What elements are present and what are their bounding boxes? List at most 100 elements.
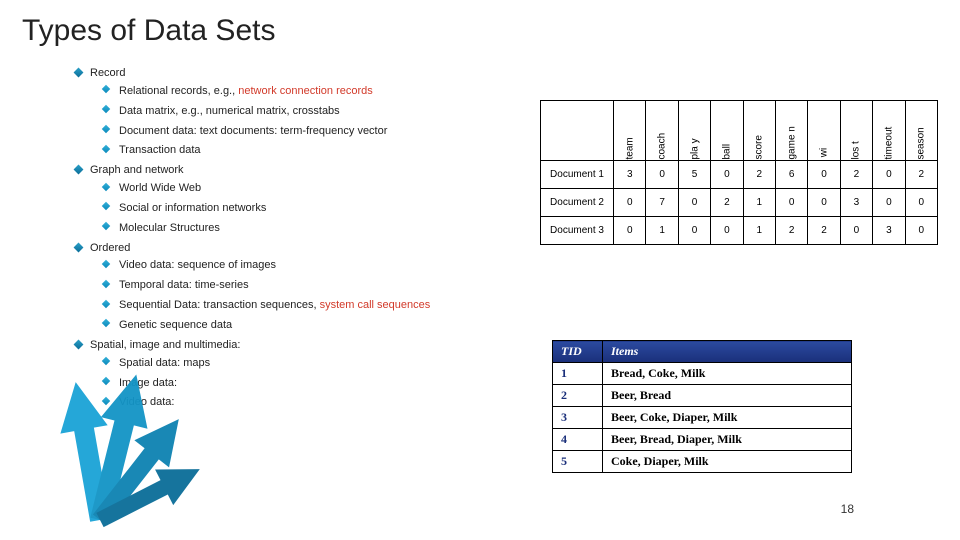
table-cell: 2: [743, 161, 775, 189]
transaction-table: TID Items 1Bread, Coke, Milk2Beer, Bread…: [552, 340, 852, 473]
diamond-bullet-icon: [102, 182, 110, 190]
table-header: coach: [646, 101, 678, 161]
table-header: ball: [711, 101, 743, 161]
table-row: 3Beer, Coke, Diaper, Milk: [553, 407, 852, 429]
table-cell: 3: [873, 217, 905, 245]
table-cell: 2: [840, 161, 872, 189]
diamond-bullet-icon: [74, 242, 84, 252]
bullet-lvl2-label: Video data: sequence of images: [119, 258, 505, 273]
table-header: pla y: [678, 101, 710, 161]
diamond-bullet-icon: [102, 145, 110, 153]
bullet-lvl2-label: Temporal data: time-series: [119, 278, 505, 293]
bullet-content: Record Relational records, e.g., network …: [75, 66, 505, 415]
table-cell: 3: [614, 161, 646, 189]
table-cell: 2: [775, 217, 807, 245]
table-cell: 0: [711, 161, 743, 189]
bullet-lvl2-label: Video data:: [119, 395, 505, 410]
bullet-lvl2-label: Spatial data: maps: [119, 356, 505, 371]
table-row-label: Document 2: [541, 189, 614, 217]
diamond-bullet-icon: [102, 202, 110, 210]
bullet-lvl1-label: Spatial, image and multimedia:: [90, 338, 505, 353]
diamond-bullet-icon: [102, 222, 110, 230]
table-cell: 6: [775, 161, 807, 189]
diamond-bullet-icon: [102, 377, 110, 385]
slide-number: 18: [841, 502, 854, 516]
bullet-lvl2-label: Transaction data: [119, 143, 505, 158]
table-cell: 0: [905, 189, 937, 217]
bullet-lvl2-label: Image data:: [119, 376, 505, 391]
slide: Types of Data Sets Record Relational reco…: [0, 0, 960, 540]
items-cell: Beer, Coke, Diaper, Milk: [603, 407, 852, 429]
table-header: timeout: [873, 101, 905, 161]
table-header: wi: [808, 101, 840, 161]
diamond-bullet-icon: [74, 68, 84, 78]
diamond-bullet-icon: [102, 280, 110, 288]
table-cell: 0: [808, 161, 840, 189]
bullet-lvl2-label: Sequential Data: transaction sequences, …: [119, 298, 505, 313]
table-cell: 1: [743, 217, 775, 245]
diamond-bullet-icon: [74, 165, 84, 175]
table-cell: 3: [840, 189, 872, 217]
tid-cell: 3: [553, 407, 603, 429]
table-cell: 1: [743, 189, 775, 217]
table-row-label: Document 1: [541, 161, 614, 189]
tid-cell: 2: [553, 385, 603, 407]
slide-title: Types of Data Sets: [22, 14, 275, 48]
bullet-lvl2-label: Social or information networks: [119, 201, 505, 216]
bullet-lvl2-label: Relational records, e.g., network connec…: [119, 84, 505, 99]
table-header: los t: [840, 101, 872, 161]
table-cell: 0: [905, 217, 937, 245]
diamond-bullet-icon: [74, 339, 84, 349]
table-cell: 0: [873, 189, 905, 217]
transaction-header-tid: TID: [553, 341, 603, 363]
tid-cell: 1: [553, 363, 603, 385]
table-row: 1Bread, Coke, Milk: [553, 363, 852, 385]
table-cell: 0: [711, 217, 743, 245]
table-cell: 0: [614, 189, 646, 217]
bullet-lvl2-label: World Wide Web: [119, 181, 505, 196]
bullet-lvl2-label: Document data: text documents: term-freq…: [119, 124, 505, 139]
table-cell: 0: [873, 161, 905, 189]
table-header: season: [905, 101, 937, 161]
table-row-label: Document 3: [541, 217, 614, 245]
bullet-lvl2-label: Molecular Structures: [119, 221, 505, 236]
table-cell: 0: [646, 161, 678, 189]
diamond-bullet-icon: [102, 85, 110, 93]
document-term-matrix-table: teamcoachpla yballscoregame nwilos ttime…: [540, 100, 938, 245]
diamond-bullet-icon: [102, 260, 110, 268]
table-cell: 0: [775, 189, 807, 217]
bullet-lvl2-label: Genetic sequence data: [119, 318, 505, 333]
diamond-bullet-icon: [102, 125, 110, 133]
table-cell: 0: [808, 189, 840, 217]
diamond-bullet-icon: [102, 357, 110, 365]
table-row: Document 13050260202: [541, 161, 938, 189]
table-row: Document 30100122030: [541, 217, 938, 245]
tid-cell: 5: [553, 451, 603, 473]
table-header-corner: [541, 101, 614, 161]
bullet-lvl1-label: Record: [90, 66, 505, 81]
table-cell: 1: [646, 217, 678, 245]
table-cell: 2: [905, 161, 937, 189]
table-cell: 2: [711, 189, 743, 217]
table-header: game n: [775, 101, 807, 161]
transaction-header-items: Items: [603, 341, 852, 363]
table-row: 2Beer, Bread: [553, 385, 852, 407]
table-header: score: [743, 101, 775, 161]
table-cell: 2: [808, 217, 840, 245]
items-cell: Beer, Bread: [603, 385, 852, 407]
table-row: 5Coke, Diaper, Milk: [553, 451, 852, 473]
diamond-bullet-icon: [102, 397, 110, 405]
table-cell: 7: [646, 189, 678, 217]
diamond-bullet-icon: [102, 299, 110, 307]
diamond-bullet-icon: [102, 319, 110, 327]
bullet-lvl1-label: Graph and network: [90, 163, 505, 178]
items-cell: Coke, Diaper, Milk: [603, 451, 852, 473]
table-cell: 0: [840, 217, 872, 245]
bullet-lvl2-label: Data matrix, e.g., numerical matrix, cro…: [119, 104, 505, 119]
table-row: 4Beer, Bread, Diaper, Milk: [553, 429, 852, 451]
table-row: Document 20702100300: [541, 189, 938, 217]
items-cell: Beer, Bread, Diaper, Milk: [603, 429, 852, 451]
table-header: team: [614, 101, 646, 161]
table-cell: 5: [678, 161, 710, 189]
table-cell: 0: [678, 217, 710, 245]
